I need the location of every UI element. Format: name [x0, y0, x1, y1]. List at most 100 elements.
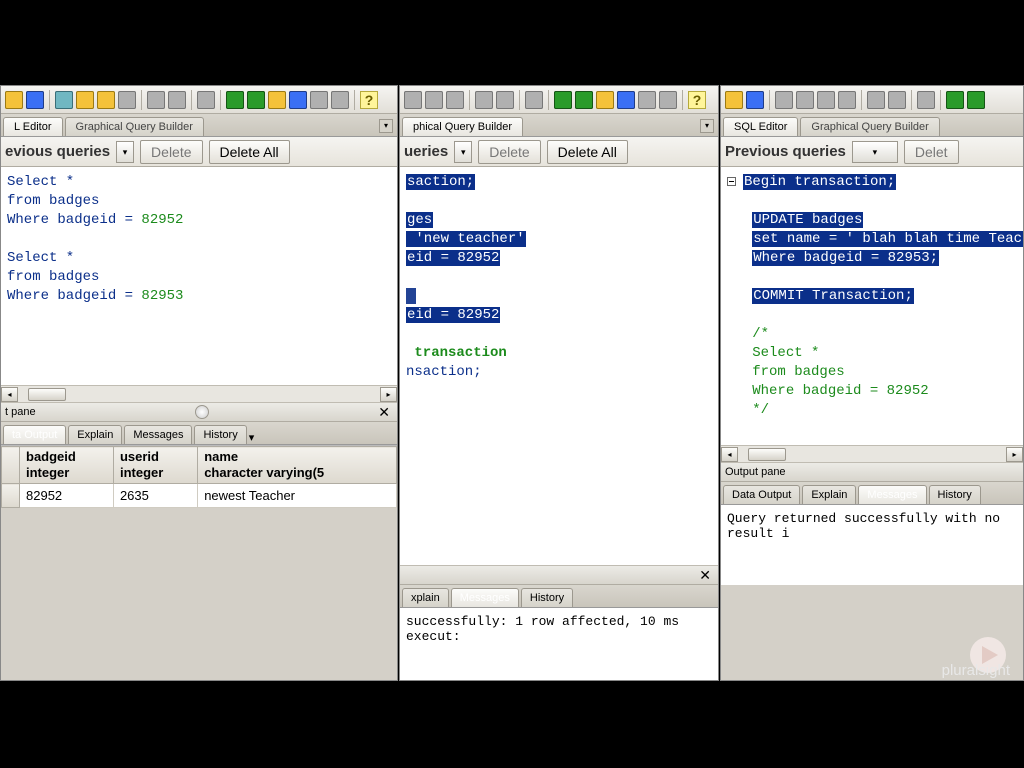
separator: [911, 90, 912, 110]
delete-button[interactable]: Delete: [478, 140, 540, 164]
cut-icon[interactable]: [425, 91, 443, 109]
scroll-right-icon[interactable]: ▸: [380, 387, 397, 402]
tab-dropdown-icon[interactable]: ▾: [700, 119, 714, 133]
run-icon[interactable]: [226, 91, 244, 109]
sql-line: from badges: [7, 193, 99, 209]
delete-button[interactable]: Delet: [904, 140, 959, 164]
tab-data-output[interactable]: ta Output: [3, 425, 66, 444]
tab-explain[interactable]: xplain: [402, 588, 449, 607]
undo-icon[interactable]: [867, 91, 885, 109]
stop-icon[interactable]: [310, 91, 328, 109]
scroll-thumb[interactable]: [748, 448, 786, 461]
tab-history[interactable]: History: [521, 588, 573, 607]
explain-icon[interactable]: [596, 91, 614, 109]
queries-dropdown[interactable]: ▾: [116, 141, 134, 163]
redo-icon[interactable]: [888, 91, 906, 109]
tab-messages[interactable]: Messages: [451, 588, 519, 607]
cell-userid[interactable]: 2635: [113, 484, 197, 508]
save-icon[interactable]: [26, 91, 44, 109]
tab-gqb[interactable]: phical Query Builder: [402, 117, 523, 136]
tab-data-output[interactable]: Data Output: [723, 485, 800, 504]
separator: [682, 90, 683, 110]
cancel-icon[interactable]: [617, 91, 635, 109]
cut-icon[interactable]: [775, 91, 793, 109]
cut-icon[interactable]: [55, 91, 73, 109]
cancel-icon[interactable]: [289, 91, 307, 109]
stop-icon[interactable]: [638, 91, 656, 109]
scroll-left-icon[interactable]: ◂: [721, 447, 738, 462]
run-icon[interactable]: [554, 91, 572, 109]
cell-badgeid[interactable]: 82952: [20, 484, 114, 508]
close-icon[interactable]: ✕: [375, 404, 393, 421]
find-icon[interactable]: [917, 91, 935, 109]
editor-scrollbar[interactable]: ◂ ▸: [721, 445, 1023, 462]
sql-line: nsaction;: [406, 364, 482, 380]
column-header-userid[interactable]: userid integer: [113, 447, 197, 484]
paste-icon[interactable]: [817, 91, 835, 109]
scroll-thumb[interactable]: [28, 388, 66, 401]
editor-scrollbar[interactable]: ◂ ▸: [1, 385, 397, 402]
find-icon[interactable]: [197, 91, 215, 109]
paste-icon[interactable]: [97, 91, 115, 109]
sql-editor[interactable]: Select * from badges Where badgeid = 829…: [1, 167, 397, 385]
scroll-left-icon[interactable]: ◂: [1, 387, 18, 402]
sql-editor[interactable]: saction; ges 'new teacher' eid = 82952 e…: [400, 167, 718, 485]
sql-value: 82952: [141, 212, 183, 228]
queries-dropdown[interactable]: ▾: [852, 141, 898, 163]
tab-explain[interactable]: Explain: [68, 425, 122, 444]
clear-icon[interactable]: [446, 91, 464, 109]
watermark-text: pluralsight: [942, 662, 1010, 679]
open-icon[interactable]: [404, 91, 422, 109]
sql-line: eid = 82952: [406, 307, 500, 323]
tab-sql-editor[interactable]: L Editor: [3, 117, 63, 136]
sql-line: Where badgeid =: [7, 212, 141, 228]
message-text: successfully: 1 row affected, 10 ms exec…: [406, 614, 679, 644]
run-script-icon[interactable]: [575, 91, 593, 109]
explain-icon[interactable]: [268, 91, 286, 109]
run-script-icon[interactable]: [967, 91, 985, 109]
undo-icon[interactable]: [147, 91, 165, 109]
redo-icon[interactable]: [168, 91, 186, 109]
stop2-icon[interactable]: [331, 91, 349, 109]
copy-icon[interactable]: [76, 91, 94, 109]
tab-explain[interactable]: Explain: [802, 485, 856, 504]
run-icon[interactable]: [946, 91, 964, 109]
close-icon[interactable]: ✕: [696, 567, 714, 584]
open-icon[interactable]: [5, 91, 23, 109]
delete-all-button[interactable]: Delete All: [209, 140, 290, 164]
sql-line: from badges: [7, 269, 99, 285]
clear-icon[interactable]: [838, 91, 856, 109]
sql-editor[interactable]: Begin transaction; UPDATE badges set nam…: [721, 167, 1023, 445]
tab-history[interactable]: History: [194, 425, 246, 444]
stop2-icon[interactable]: [659, 91, 677, 109]
pin-icon[interactable]: [195, 405, 209, 419]
open-icon[interactable]: [725, 91, 743, 109]
help-icon[interactable]: ?: [688, 91, 706, 109]
column-header-badgeid[interactable]: badgeid integer: [20, 447, 114, 484]
tab-gqb[interactable]: Graphical Query Builder: [800, 117, 939, 136]
cell-name[interactable]: newest Teacher: [198, 484, 397, 508]
scroll-right-icon[interactable]: ▸: [1006, 447, 1023, 462]
clear-icon[interactable]: [118, 91, 136, 109]
tab-messages[interactable]: Messages: [124, 425, 192, 444]
tab-messages[interactable]: Messages: [858, 485, 926, 504]
tab-gqb[interactable]: Graphical Query Builder: [65, 117, 204, 136]
tab-history[interactable]: History: [929, 485, 981, 504]
tab-dropdown-icon[interactable]: ▾: [249, 431, 255, 444]
delete-all-button[interactable]: Delete All: [547, 140, 628, 164]
copy-icon[interactable]: [796, 91, 814, 109]
queries-dropdown[interactable]: ▾: [454, 141, 472, 163]
column-header-name[interactable]: name character varying(5: [198, 447, 397, 484]
help-icon[interactable]: ?: [360, 91, 378, 109]
find-icon[interactable]: [525, 91, 543, 109]
undo-icon[interactable]: [475, 91, 493, 109]
delete-button[interactable]: Delete: [140, 140, 202, 164]
separator: [769, 90, 770, 110]
redo-icon[interactable]: [496, 91, 514, 109]
tab-sql-editor[interactable]: SQL Editor: [723, 117, 798, 136]
table-row[interactable]: 82952 2635 newest Teacher: [2, 484, 397, 508]
save-icon[interactable]: [746, 91, 764, 109]
run-script-icon[interactable]: [247, 91, 265, 109]
tab-dropdown-icon[interactable]: ▾: [379, 119, 393, 133]
fold-icon[interactable]: [727, 177, 736, 186]
